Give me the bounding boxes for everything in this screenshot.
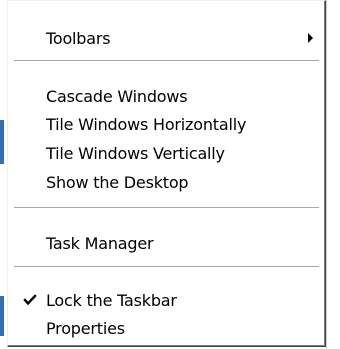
menu-item-lock-taskbar[interactable]: Lock the Taskbar [9,285,323,315]
menu-item-label: Show the Desktop [46,172,189,192]
taskbar-context-menu: Toolbars Cascade Windows Tile Windows Ho… [7,0,326,347]
menu-item-cascade-windows[interactable]: Cascade Windows [9,81,323,111]
menu-item-label: Toolbars [46,28,111,48]
background-strip [0,0,6,349]
menu-item-label: Task Manager [46,233,154,253]
menu-item-label: Properties [46,318,125,338]
menu-item-properties[interactable]: Properties [9,313,323,343]
menu-item-label: Tile Windows Horizontally [46,114,247,134]
background-edge [326,0,340,349]
menu-item-tile-vertically[interactable]: Tile Windows Vertically [9,138,323,168]
menu-separator [14,207,319,209]
checkmark-icon [23,294,37,306]
background-window-edge [0,296,4,336]
background-window-edge [0,120,4,164]
menu-item-label: Lock the Taskbar [46,290,177,310]
menu-separator [14,60,319,62]
menu-item-label: Cascade Windows [46,86,188,106]
submenu-arrow-icon [308,33,313,43]
menu-item-show-desktop[interactable]: Show the Desktop [9,167,323,197]
menu-separator [14,266,319,268]
menu-item-label: Tile Windows Vertically [46,143,225,163]
menu-item-tile-horizontally[interactable]: Tile Windows Horizontally [9,109,323,139]
menu-item-task-manager[interactable]: Task Manager [9,228,323,258]
menu-item-toolbars[interactable]: Toolbars [9,23,323,53]
